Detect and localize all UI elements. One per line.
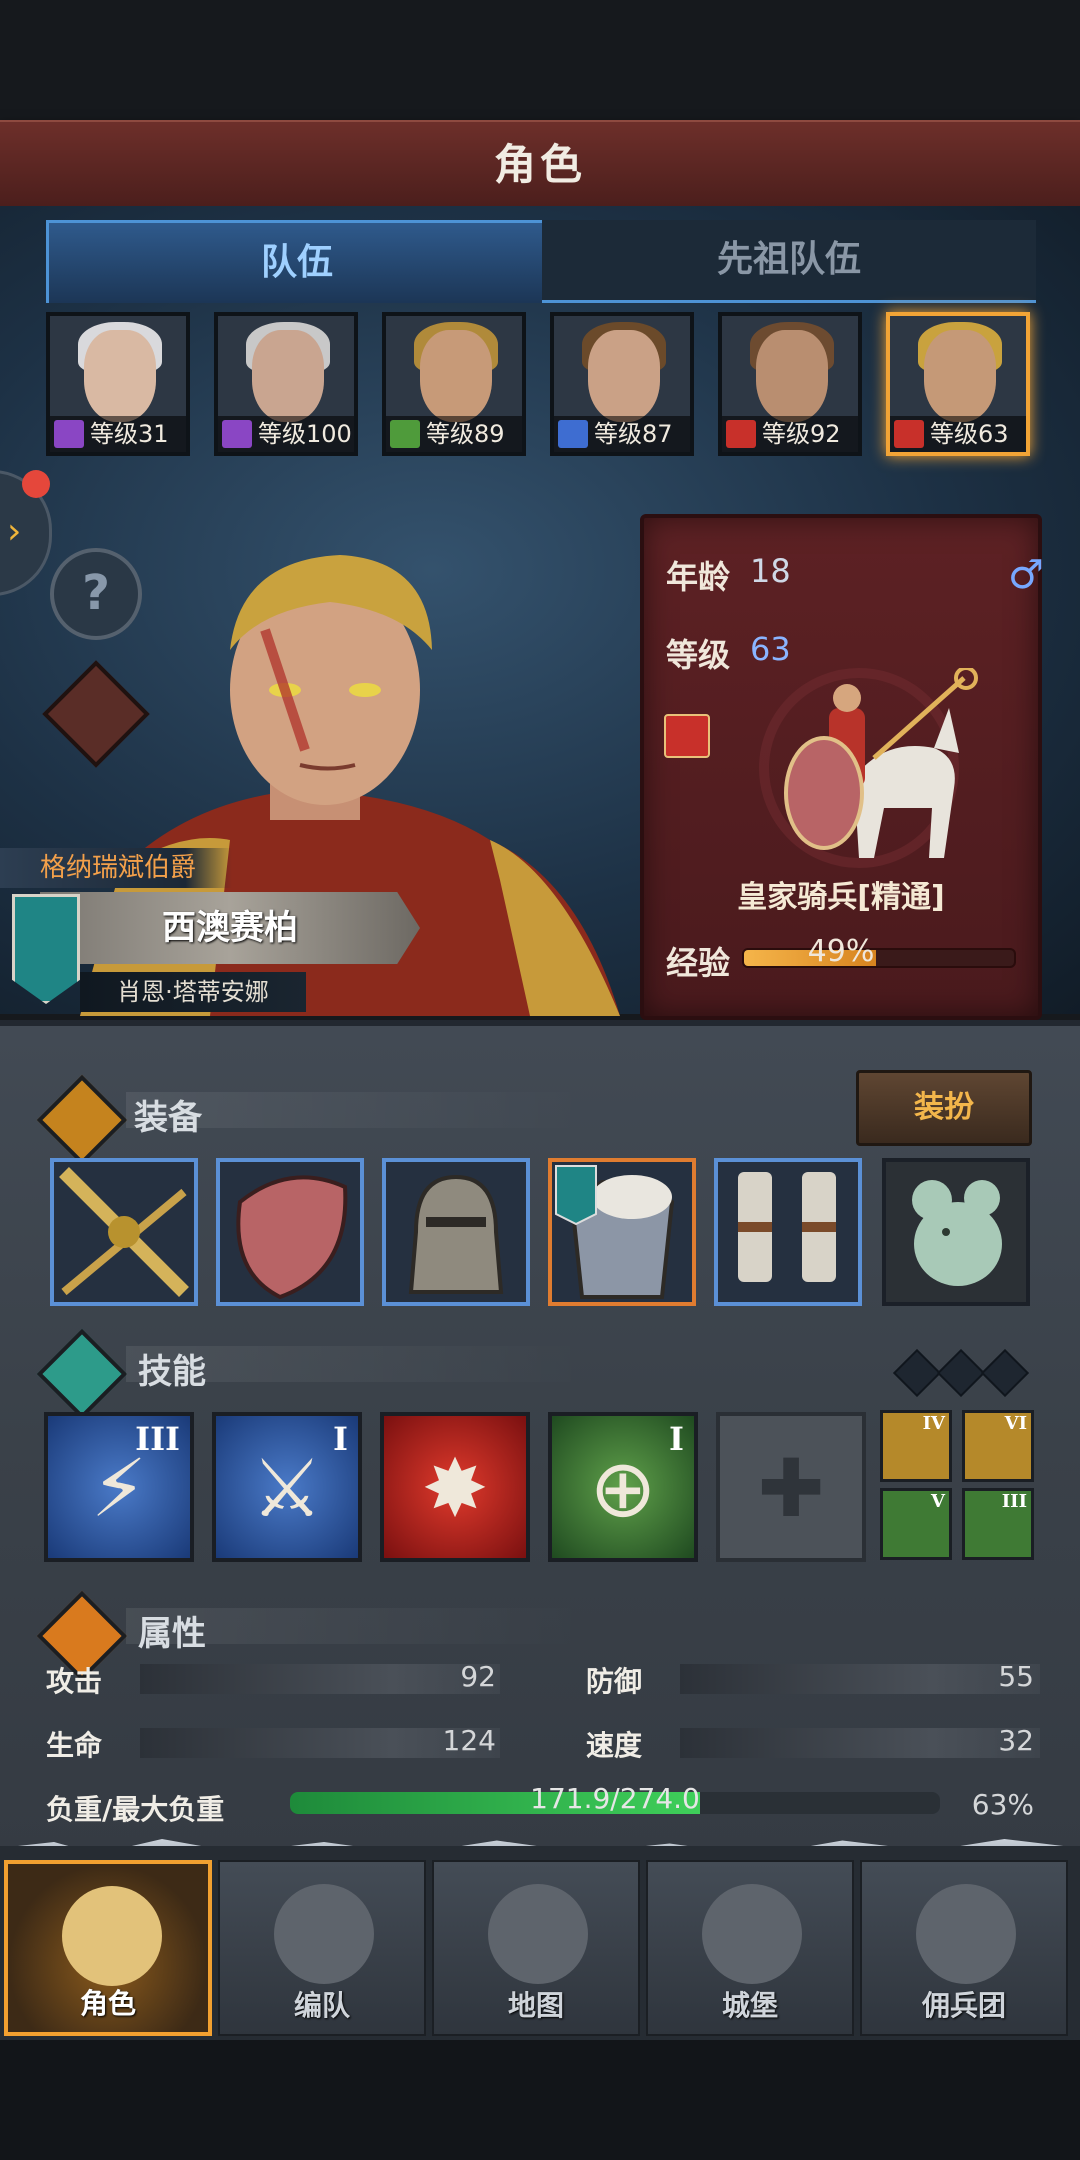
equip-slot-weapon[interactable] (50, 1158, 198, 1306)
defense-label: 防御 (586, 1665, 643, 1698)
nav-label: 地图 (507, 1989, 564, 2022)
load-label: 负重/最大负重 (46, 1793, 225, 1826)
passive-skill-1[interactable]: IV (880, 1410, 952, 1482)
age-value: 18 (750, 552, 791, 590)
spouse-name: 肖恩·塔蒂安娜 (80, 972, 306, 1012)
details-panel: 装备 装扮 技能 ⚡ III ⚔ I ✸ ⊕ I ✚ IV VI V III 属… (0, 1020, 1080, 1856)
level-label: 等级 (666, 636, 731, 674)
system-bar (0, 2040, 1080, 2160)
hp-value: 124 (442, 1724, 496, 1757)
speed-label: 速度 (586, 1729, 643, 1762)
helmet-icon (274, 1884, 374, 1984)
skill-slot-4[interactable]: ⊕ I (548, 1412, 698, 1562)
exp-percent: 49% (807, 934, 875, 969)
load-percent: 63% (971, 1788, 1034, 1821)
skill-rank: V (931, 1491, 945, 1512)
cross-icon: ✚ (757, 1442, 825, 1535)
level-value: 63 (750, 630, 791, 668)
helmet-icon (408, 1174, 504, 1294)
page-title: 角色 (493, 140, 586, 189)
skill-slot-3[interactable]: ✸ (380, 1412, 530, 1562)
nav-castle[interactable]: 城堡 (646, 1860, 854, 2036)
noble-title: 格纳瑞斌伯爵 (0, 848, 232, 888)
attributes-title: 属性 (138, 1614, 206, 1654)
skills-section-icon (36, 1328, 128, 1420)
attack-label: 攻击 (46, 1665, 103, 1698)
equip-slot-boots[interactable] (714, 1158, 862, 1306)
passive-skill-2[interactable]: VI (962, 1410, 1034, 1482)
equip-slot-accessory[interactable] (882, 1158, 1030, 1306)
hero-slot-1[interactable]: 等级31 (46, 312, 190, 456)
tab-ancestor[interactable]: 先祖队伍 (542, 220, 1036, 303)
notification-dot (22, 470, 50, 498)
title-bar: 角色 (0, 120, 1080, 210)
impact-icon: ✸ (421, 1442, 489, 1535)
nav-formation[interactable]: 编队 (218, 1860, 426, 2036)
nav-label: 佣兵团 (921, 1989, 1006, 2022)
equip-slot-armor[interactable] (548, 1158, 696, 1306)
nav-character[interactable]: 角色 (4, 1860, 212, 2036)
nav-label: 编队 (293, 1989, 350, 2022)
skill-point-gem (936, 1348, 986, 1398)
mercenary-icon (916, 1884, 1016, 1984)
nav-mercenary[interactable]: 佣兵团 (860, 1860, 1068, 2036)
skill-point-gem (980, 1348, 1030, 1398)
chest-armor-icon (555, 1165, 675, 1299)
bow-icon (390, 420, 420, 448)
equipment-section-icon (36, 1074, 128, 1166)
skill-rank: III (135, 1420, 180, 1458)
sword-icon (59, 1167, 189, 1297)
hero-slot-3[interactable]: 等级89 (382, 312, 526, 456)
hero-slot-2[interactable]: 等级100 (214, 312, 358, 456)
hero-slot-6-selected[interactable]: 等级63 (886, 312, 1030, 456)
skill-rank: I (333, 1420, 348, 1458)
skill-slot-empty[interactable]: ✚ (716, 1412, 866, 1562)
male-gender-icon: ♂ (1008, 552, 1044, 598)
staff-icon (54, 420, 84, 448)
mouse-charm-icon (912, 1180, 1002, 1286)
skills-title: 技能 (138, 1352, 206, 1392)
skill-slot-2[interactable]: ⚔ I (212, 1412, 362, 1562)
defense-value: 55 (998, 1660, 1034, 1693)
tab-team[interactable]: 队伍 (46, 220, 548, 303)
load-value: 171.9/274.0 (530, 1782, 700, 1815)
nav-map[interactable]: 地图 (432, 1860, 640, 2036)
cavalry-icon (894, 420, 924, 448)
age-label: 年龄 (666, 558, 731, 596)
nav-label: 角色 (79, 1987, 136, 2020)
chevron-right-icon: › (7, 511, 22, 552)
skill-rank: I (669, 1420, 684, 1458)
cavalry-icon (726, 420, 756, 448)
skill-rank: VI (1004, 1413, 1027, 1434)
hero-slot-4[interactable]: 等级87 (550, 312, 694, 456)
cavalry-class-icon (664, 714, 710, 758)
equip-slot-helmet[interactable] (382, 1158, 530, 1306)
bottom-navigation: 角色 编队 地图 城堡 佣兵团 (0, 1846, 1080, 2040)
hero-slot-5[interactable]: 等级92 (718, 312, 862, 456)
sword-icon (558, 420, 588, 448)
attack-value: 92 (460, 1660, 496, 1693)
compass-icon (488, 1884, 588, 1984)
knight-icon (62, 1886, 162, 1986)
passive-skill-4[interactable]: III (962, 1488, 1034, 1560)
hp-label: 生命 (46, 1729, 103, 1762)
equip-slot-shield[interactable] (216, 1158, 364, 1306)
skill-rank: IV (922, 1413, 945, 1434)
skill-point-gem (892, 1348, 942, 1398)
character-info-card: 年龄 18 ♂ 等级 63 皇家骑兵[精通] 经验 49% (640, 514, 1044, 1020)
castle-icon (702, 1884, 802, 1984)
skill-slot-1[interactable]: ⚡ III (44, 1412, 194, 1562)
staff-icon (222, 420, 252, 448)
nav-label: 城堡 (721, 1989, 778, 2022)
dress-up-button[interactable]: 装扮 (856, 1070, 1032, 1146)
skill-rank: III (1001, 1491, 1027, 1512)
character-name[interactable]: 西澳赛柏 (40, 892, 420, 964)
equipment-title: 装备 (134, 1098, 202, 1138)
shield-icon (236, 1175, 348, 1300)
unit-illustration (734, 666, 984, 868)
speed-value: 32 (998, 1724, 1034, 1757)
unit-class-name: 皇家骑兵[精通] (737, 880, 945, 915)
passive-skill-3[interactable]: V (880, 1488, 952, 1560)
boots-icon (738, 1172, 836, 1282)
